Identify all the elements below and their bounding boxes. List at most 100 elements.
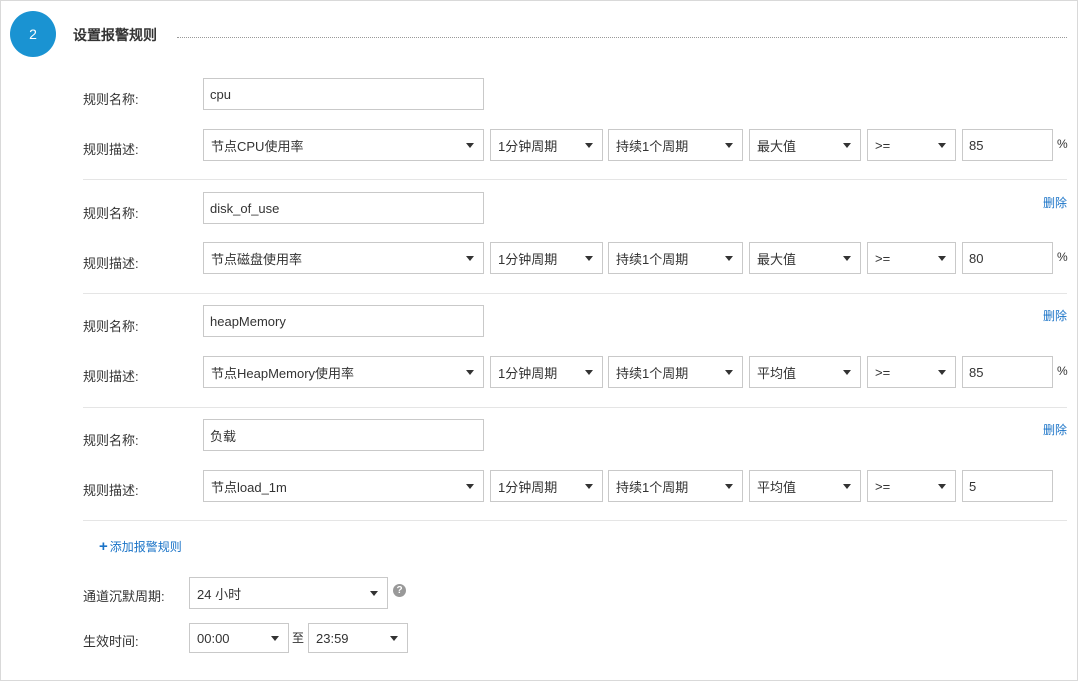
operator-select[interactable]: >= [867, 470, 956, 502]
percent-unit: % [1057, 250, 1068, 264]
period-select-value: 1分钟周期 [498, 365, 558, 381]
rule-name-input[interactable] [203, 192, 484, 224]
rule-block: 规则名称: 删除 规则描述: 节点load_1m 1分钟周期 持续1个周期 平均… [83, 419, 1067, 533]
threshold-input[interactable] [962, 129, 1053, 161]
to-separator: 至 [292, 631, 305, 645]
duration-select[interactable]: 持续1个周期 [608, 242, 743, 274]
rule-divider [83, 293, 1067, 294]
stat-select[interactable]: 最大值 [749, 129, 861, 161]
question-circle-icon[interactable]: ? [393, 584, 406, 597]
stat-select[interactable]: 平均值 [749, 356, 861, 388]
end-time-value: 23:59 [316, 630, 349, 646]
start-time-select[interactable]: 00:00 [189, 623, 289, 653]
stat-select-value: 平均值 [757, 479, 797, 495]
end-time-select[interactable]: 23:59 [308, 623, 408, 653]
section-title: 设置报警规则 [73, 27, 157, 43]
chevron-down-icon [466, 256, 474, 261]
metric-select-value: 节点磁盘使用率 [211, 251, 303, 267]
rule-name-label: 规则名称: [83, 319, 139, 334]
stat-select-value: 最大值 [757, 251, 797, 267]
delete-rule-link[interactable]: 删除 [1043, 421, 1067, 438]
chevron-down-icon [585, 256, 593, 261]
rule-block: 规则名称: 删除 规则描述: 节点HeapMemory使用率 1分钟周期 持续1… [83, 305, 1068, 419]
rule-name-label: 规则名称: [83, 433, 139, 448]
chevron-down-icon [466, 143, 474, 148]
metric-select[interactable]: 节点HeapMemory使用率 [203, 356, 484, 388]
rule-desc-label: 规则描述: [83, 256, 139, 271]
operator-select[interactable]: >= [867, 129, 956, 161]
metric-select[interactable]: 节点磁盘使用率 [203, 242, 484, 274]
step-number-badge: 2 [10, 11, 56, 57]
rule-desc-label: 规则描述: [83, 142, 139, 157]
period-select-value: 1分钟周期 [498, 138, 558, 154]
period-select[interactable]: 1分钟周期 [490, 470, 603, 502]
duration-select[interactable]: 持续1个周期 [608, 470, 743, 502]
duration-select-value: 持续1个周期 [616, 251, 689, 267]
chevron-down-icon [938, 143, 946, 148]
operator-select-value: >= [875, 137, 891, 153]
add-rule-label: 添加报警规则 [109, 540, 182, 554]
metric-select-value: 节点load_1m [211, 479, 287, 495]
period-select-value: 1分钟周期 [498, 479, 558, 495]
silence-period-select[interactable]: 24 小时 [189, 577, 388, 609]
rule-divider [83, 520, 1067, 521]
threshold-input[interactable] [962, 242, 1053, 274]
chevron-down-icon [390, 636, 398, 641]
rule-name-label: 规则名称: [83, 206, 139, 221]
chevron-down-icon [938, 484, 946, 489]
delete-rule-link[interactable]: 删除 [1043, 194, 1067, 211]
duration-select[interactable]: 持续1个周期 [608, 356, 743, 388]
stat-select-value: 最大值 [757, 138, 797, 154]
duration-select-value: 持续1个周期 [616, 365, 689, 381]
chevron-down-icon [725, 370, 733, 375]
threshold-input[interactable] [962, 470, 1053, 502]
delete-rule-link[interactable]: 删除 [1043, 307, 1067, 324]
start-time-value: 00:00 [197, 630, 230, 646]
silence-period-value: 24 小时 [197, 586, 242, 602]
chevron-down-icon [843, 256, 851, 261]
chevron-down-icon [843, 143, 851, 148]
stat-select-value: 平均值 [757, 365, 797, 381]
chevron-down-icon [585, 484, 593, 489]
period-select[interactable]: 1分钟周期 [490, 356, 603, 388]
chevron-down-icon [370, 591, 378, 596]
rule-name-label: 规则名称: [83, 92, 139, 107]
duration-select-value: 持续1个周期 [616, 138, 689, 154]
rule-name-input[interactable] [203, 78, 484, 110]
operator-select[interactable]: >= [867, 242, 956, 274]
chevron-down-icon [725, 484, 733, 489]
metric-select[interactable]: 节点load_1m [203, 470, 484, 502]
percent-unit: % [1057, 364, 1068, 378]
operator-select-value: >= [875, 478, 891, 494]
percent-unit: % [1057, 137, 1068, 151]
chevron-down-icon [466, 484, 474, 489]
metric-select-value: 节点HeapMemory使用率 [211, 365, 355, 381]
period-select-value: 1分钟周期 [498, 251, 558, 267]
effective-time-label: 生效时间: [83, 634, 139, 649]
duration-select-value: 持续1个周期 [616, 479, 689, 495]
plus-icon: + [99, 538, 108, 555]
silence-period-label: 通道沉默周期: [83, 589, 165, 604]
chevron-down-icon [938, 256, 946, 261]
rule-block: 规则名称: 规则描述: 节点CPU使用率 1分钟周期 持续1个周期 最大值 >=… [83, 78, 1068, 192]
alarm-rule-panel: 2 设置报警规则 规则名称: 规则描述: 节点CPU使用率 1分钟周期 持续1个… [0, 0, 1078, 681]
stat-select[interactable]: 最大值 [749, 242, 861, 274]
operator-select[interactable]: >= [867, 356, 956, 388]
period-select[interactable]: 1分钟周期 [490, 129, 603, 161]
chevron-down-icon [725, 256, 733, 261]
rule-name-input[interactable] [203, 419, 484, 451]
threshold-input[interactable] [962, 356, 1053, 388]
operator-select-value: >= [875, 250, 891, 266]
period-select[interactable]: 1分钟周期 [490, 242, 603, 274]
chevron-down-icon [271, 636, 279, 641]
add-rule-link[interactable]: + 添加报警规则 [99, 538, 182, 555]
operator-select-value: >= [875, 364, 891, 380]
metric-select[interactable]: 节点CPU使用率 [203, 129, 484, 161]
chevron-down-icon [843, 370, 851, 375]
stat-select[interactable]: 平均值 [749, 470, 861, 502]
rule-name-input[interactable] [203, 305, 484, 337]
rule-divider [83, 179, 1067, 180]
chevron-down-icon [938, 370, 946, 375]
chevron-down-icon [585, 370, 593, 375]
duration-select[interactable]: 持续1个周期 [608, 129, 743, 161]
